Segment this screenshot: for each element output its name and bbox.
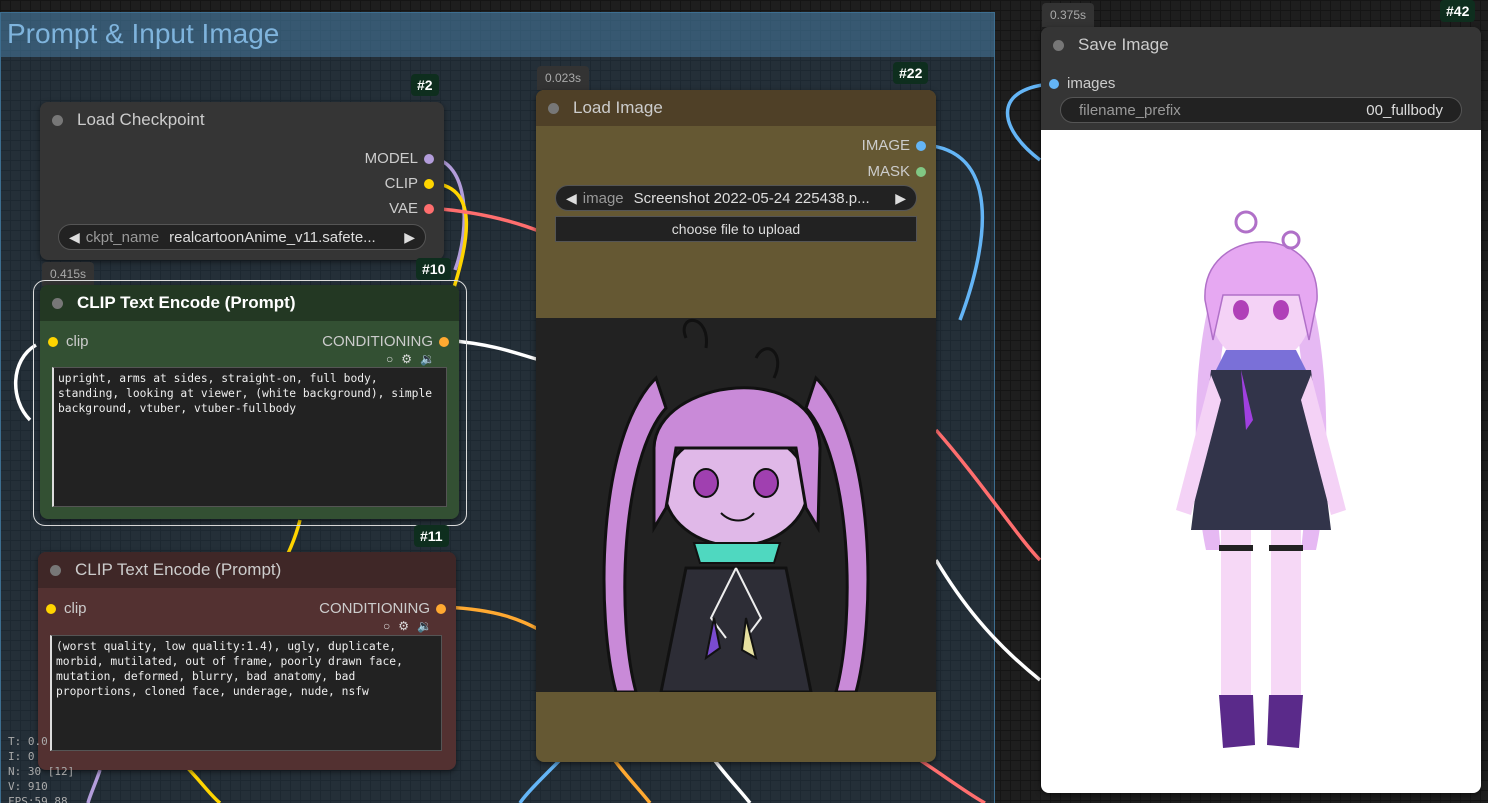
node-id-badge: #22 (893, 62, 929, 84)
node-title: Load Image (573, 98, 663, 117)
prompt-textarea[interactable]: (worst quality, low quality:1.4), ugly, … (50, 635, 442, 751)
port-dot[interactable] (424, 153, 434, 164)
output-vae[interactable]: VAE (389, 200, 434, 217)
save-image-node[interactable]: Save Image images filename_prefix 00_ful… (1041, 27, 1481, 793)
port-dot[interactable] (424, 178, 434, 189)
output-clip[interactable]: CLIP (385, 175, 434, 192)
node-title: CLIP Text Encode (Prompt) (75, 560, 282, 579)
input-clip[interactable]: clip (46, 600, 87, 617)
load-image-header[interactable]: Load Image (536, 90, 936, 126)
speaker-icon[interactable]: 🔉 (420, 352, 435, 366)
output-image-preview (1041, 130, 1481, 793)
port-dot[interactable] (46, 603, 56, 614)
port-dot[interactable] (916, 166, 926, 177)
output-image[interactable]: IMAGE (862, 137, 926, 154)
combo-prev-arrow[interactable]: ◀ (566, 190, 577, 207)
output-conditioning[interactable]: CONDITIONING (322, 333, 449, 350)
speaker-icon[interactable]: 🔉 (417, 619, 432, 633)
node-id-badge: #10 (416, 258, 452, 280)
output-mask[interactable]: MASK (867, 163, 926, 180)
combo-prev-arrow[interactable]: ◀ (69, 229, 80, 246)
port-dot[interactable] (436, 603, 446, 614)
gear-icon[interactable]: ⚙ (398, 619, 409, 633)
output-model[interactable]: MODEL (365, 150, 434, 167)
generated-character-image (1176, 210, 1346, 748)
clip-neg-header[interactable]: CLIP Text Encode (Prompt) (38, 552, 456, 588)
port-dot[interactable] (48, 336, 58, 347)
input-images[interactable]: images (1049, 75, 1115, 92)
circle-icon[interactable]: ○ (383, 619, 390, 633)
exec-timer: 0.023s (537, 66, 590, 90)
port-dot[interactable] (1049, 78, 1059, 89)
wire-bottom-4 (934, 559, 1042, 682)
node-title: Load Checkpoint (77, 110, 205, 129)
node-id-badge: #2 (411, 74, 439, 96)
output-conditioning[interactable]: CONDITIONING (319, 600, 446, 617)
clip-text-encode-positive-node[interactable]: CLIP Text Encode (Prompt) clip CONDITION… (40, 285, 459, 519)
filename-prefix-field[interactable]: filename_prefix 00_fullbody (1060, 97, 1462, 123)
clip-text-encode-negative-node[interactable]: CLIP Text Encode (Prompt) clip CONDITION… (38, 552, 456, 770)
save-image-header[interactable]: Save Image (1041, 27, 1481, 63)
image-combo[interactable]: ◀ image Screenshot 2022-05-24 225438.p..… (555, 185, 917, 211)
widget-toolbar: ○ ⚙ 🔉 (383, 619, 432, 633)
node-title: Save Image (1078, 35, 1169, 54)
collapse-dot[interactable] (548, 102, 559, 114)
collapse-dot[interactable] (52, 114, 63, 126)
collapse-dot[interactable] (1053, 39, 1064, 51)
node-id-badge: #11 (414, 525, 449, 547)
port-dot[interactable] (424, 203, 434, 214)
input-image-preview (536, 318, 936, 694)
collapse-dot[interactable] (50, 564, 61, 576)
load-checkpoint-header[interactable]: Load Checkpoint (40, 102, 444, 138)
wire-cond-neg (445, 605, 541, 632)
widget-toolbar: ○ ⚙ 🔉 (386, 352, 435, 366)
circle-icon[interactable]: ○ (386, 352, 393, 366)
ckpt-name-combo[interactable]: ◀ ckpt_name realcartoonAnime_v11.safete.… (58, 224, 426, 250)
wire-bottom-7 (919, 758, 986, 803)
clip-pos-header[interactable]: CLIP Text Encode (Prompt) (40, 285, 459, 321)
combo-next-arrow[interactable]: ▶ (895, 190, 906, 207)
port-dot[interactable] (439, 336, 449, 347)
upload-button[interactable]: choose file to upload (555, 216, 917, 242)
exec-timer: 0.375s (1042, 3, 1095, 27)
node-id-badge: #42 (1440, 0, 1476, 22)
anime-character-illustration (602, 319, 870, 694)
prompt-textarea[interactable]: upright, arms at sides, straight-on, ful… (52, 367, 447, 507)
wire-bottom-2 (518, 758, 562, 803)
wire-vae-2 (934, 428, 1042, 562)
gear-icon[interactable]: ⚙ (401, 352, 412, 366)
load-checkpoint-node[interactable]: Load Checkpoint MODEL CLIP VAE ◀ ckpt_na… (40, 102, 444, 260)
canvas-stats: T: 0.0 I: 0 N: 30 [12] V: 910 FPS:59.88 (8, 735, 75, 803)
port-dot[interactable] (916, 140, 926, 151)
collapse-dot[interactable] (52, 297, 63, 309)
load-image-node[interactable]: Load Image IMAGE MASK ◀ image Screenshot… (536, 90, 936, 762)
combo-next-arrow[interactable]: ▶ (404, 229, 415, 246)
wire-bottom-6 (86, 769, 102, 803)
node-title: CLIP Text Encode (Prompt) (77, 293, 296, 312)
input-clip[interactable]: clip (48, 333, 89, 350)
